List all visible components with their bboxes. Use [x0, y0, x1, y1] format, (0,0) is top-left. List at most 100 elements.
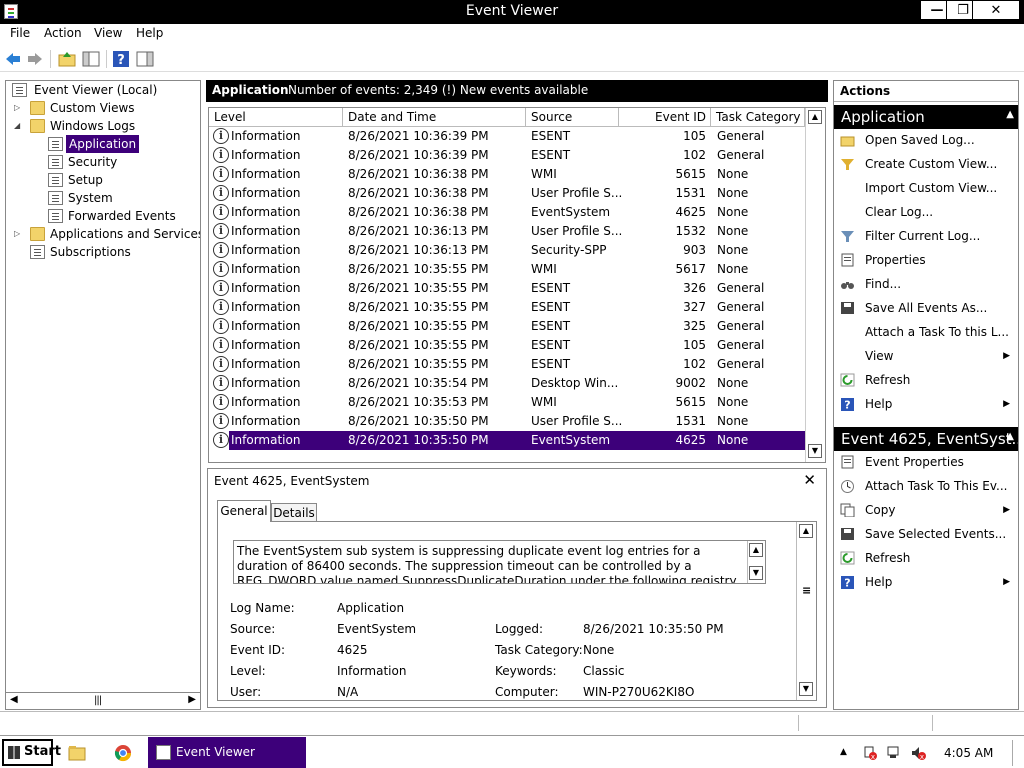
back-arrow-icon[interactable] [4, 50, 22, 68]
cell-source: EventSystem [531, 433, 611, 447]
cell-task-category: General [717, 281, 765, 295]
action-view[interactable]: View ▶ [834, 345, 1018, 367]
start-button[interactable]: Start [2, 739, 61, 766]
file-explorer-icon[interactable] [68, 744, 86, 762]
action-find[interactable]: Find... [834, 273, 1018, 295]
action-open-saved-log[interactable]: Open Saved Log... [834, 129, 1018, 151]
information-icon: i [213, 299, 229, 315]
scroll-up-icon[interactable]: ▲ [808, 110, 822, 124]
show-desktop-button[interactable] [1012, 740, 1022, 766]
table-row[interactable]: i Information 8/26/2021 10:35:55 PM ESENT 10… [209, 336, 805, 355]
table-row[interactable]: i Information 8/26/2021 10:35:55 PM ESENT 10… [209, 355, 805, 374]
table-row[interactable]: i Information 8/26/2021 10:36:38 PM EventSy… [209, 203, 805, 222]
action-save-all-events-as[interactable]: Save All Events As... [834, 297, 1018, 319]
table-rows: i Information 8/26/2021 10:36:39 PM ESENT 10… [209, 127, 805, 450]
scroll-up-icon[interactable]: ▲ [799, 524, 813, 538]
network-icon[interactable] [886, 745, 902, 761]
scroll-thumb[interactable]: ||| [94, 695, 102, 706]
cell-source: Desktop Win... [531, 376, 619, 390]
action-clear-log[interactable]: Clear Log... [834, 201, 1018, 223]
scroll-right-icon[interactable]: ▶ [188, 694, 196, 705]
properties-pane-icon[interactable] [136, 50, 154, 68]
event-description[interactable]: The EventSystem sub system is suppressin… [233, 540, 766, 584]
table-row[interactable]: i Information 8/26/2021 10:35:55 PM WMI 5617… [209, 260, 805, 279]
menu-help[interactable]: Help [136, 26, 163, 40]
show-hidden-icons-icon[interactable]: ▲ [840, 747, 847, 757]
save-disk-icon [841, 302, 854, 314]
action-properties[interactable]: Properties [834, 249, 1018, 271]
scroll-down-icon[interactable]: ▼ [799, 682, 813, 696]
table-row[interactable]: i Information 8/26/2021 10:35:55 PM ESENT 32… [209, 279, 805, 298]
event-action-copy[interactable]: Copy ▶ [834, 499, 1018, 521]
col-event-id[interactable]: Event ID [619, 108, 711, 127]
action-center-icon[interactable]: x [862, 745, 878, 761]
event-action-save-selected-events[interactable]: Save Selected Events... [834, 523, 1018, 545]
event-action-help[interactable]: ? Help ▶ [834, 571, 1018, 593]
refresh-icon [840, 551, 855, 565]
action-refresh[interactable]: Refresh [834, 369, 1018, 391]
toolbar: ? [0, 46, 1024, 72]
tree-horizontal-scrollbar[interactable]: ◀ ||| ▶ [5, 692, 201, 710]
collapse-up-icon[interactable]: ▲ [1006, 431, 1014, 442]
scroll-up-icon[interactable]: ▲ [749, 543, 763, 557]
taskbar-clock[interactable]: 4:05 AM [944, 746, 993, 760]
action-help[interactable]: ? Help ▶ [834, 393, 1018, 415]
table-row[interactable]: i Information 8/26/2021 10:36:39 PM ESENT 10… [209, 127, 805, 146]
actions-section-application[interactable]: Application ▲ [834, 105, 1018, 129]
detail-vertical-scrollbar[interactable]: ▲ ≡ ▼ [796, 522, 816, 700]
col-task-category[interactable]: Task Category [711, 108, 805, 127]
scroll-down-icon[interactable]: ▼ [749, 566, 763, 580]
table-row[interactable]: i Information 8/26/2021 10:35:54 PM Desktop… [209, 374, 805, 393]
col-source[interactable]: Source [526, 108, 619, 127]
tab-details[interactable]: Details [271, 503, 317, 522]
event-viewer-icon [12, 83, 27, 97]
close-button[interactable]: ✕ [972, 0, 1020, 20]
cell-date-time: 8/26/2021 10:35:55 PM [348, 338, 489, 352]
close-icon[interactable]: ✕ [803, 471, 816, 489]
taskbar-event-viewer[interactable]: Event Viewer [148, 737, 306, 768]
table-row[interactable]: i Information 8/26/2021 10:36:38 PM User Pr… [209, 184, 805, 203]
menu-view[interactable]: View [94, 26, 122, 40]
actions-section-event[interactable]: Event 4625, EventSyst... ▲ [834, 427, 1018, 451]
chrome-icon[interactable] [114, 744, 132, 762]
action-create-custom-view[interactable]: Create Custom View... [834, 153, 1018, 175]
expand-arrow-icon[interactable]: ▷ [14, 225, 24, 243]
event-action-attach-task-to-this-ev[interactable]: Attach Task To This Ev... [834, 475, 1018, 497]
col-date-time[interactable]: Date and Time [343, 108, 526, 127]
table-row[interactable]: i Information 8/26/2021 10:36:13 PM Securit… [209, 241, 805, 260]
collapse-up-icon[interactable]: ▲ [1006, 109, 1014, 120]
table-row[interactable]: i Information 8/26/2021 10:36:38 PM WMI 5615… [209, 165, 805, 184]
scroll-left-icon[interactable]: ◀ [10, 694, 18, 705]
collapse-arrow-icon[interactable]: ◢ [14, 117, 24, 135]
cell-level: Information [231, 300, 301, 314]
event-action-event-properties[interactable]: Event Properties [834, 451, 1018, 473]
expand-arrow-icon[interactable]: ▷ [14, 99, 24, 117]
forward-arrow-icon[interactable] [26, 50, 44, 68]
events-vertical-scrollbar[interactable]: ▲ ▼ [805, 108, 825, 462]
col-level[interactable]: Level [209, 108, 343, 127]
table-row[interactable]: i Information 8/26/2021 10:35:55 PM ESENT 32… [209, 298, 805, 317]
filter-funnel-icon [841, 159, 854, 170]
table-row[interactable]: i Information 8/26/2021 10:35:55 PM ESENT 32… [209, 317, 805, 336]
volume-muted-icon[interactable]: x [910, 745, 926, 761]
tab-general[interactable]: General [217, 500, 271, 522]
action-import-custom-view[interactable]: Import Custom View... [834, 177, 1018, 199]
show-hide-tree-icon[interactable] [82, 50, 100, 68]
scroll-down-icon[interactable]: ▼ [808, 444, 822, 458]
event-action-refresh[interactable]: Refresh [834, 547, 1018, 569]
table-row[interactable]: i Information 8/26/2021 10:35:50 PM User Pr… [209, 412, 805, 431]
description-scrollbar[interactable]: ▲ ▼ [747, 541, 765, 583]
table-row[interactable]: i Information 8/26/2021 10:36:13 PM User Pr… [209, 222, 805, 241]
action-filter-current-log[interactable]: Filter Current Log... [834, 225, 1018, 247]
table-row[interactable]: i Information 8/26/2021 10:35:53 PM WMI 5615… [209, 393, 805, 412]
menu-action[interactable]: Action [44, 26, 82, 40]
table-row[interactable]: i Information 8/26/2021 10:35:50 PM EventSy… [209, 431, 805, 450]
action-attach-a-task-to-this-l[interactable]: Attach a Task To this L... [834, 321, 1018, 343]
help-icon[interactable]: ? [112, 50, 130, 68]
folder-up-icon[interactable] [58, 50, 76, 68]
cell-date-time: 8/26/2021 10:36:38 PM [348, 167, 489, 181]
table-row[interactable]: i Information 8/26/2021 10:36:39 PM ESENT 10… [209, 146, 805, 165]
menu-file[interactable]: File [10, 26, 30, 40]
scroll-grip-icon[interactable]: ≡ [802, 584, 811, 597]
cell-event-id: 1531 [675, 186, 706, 200]
